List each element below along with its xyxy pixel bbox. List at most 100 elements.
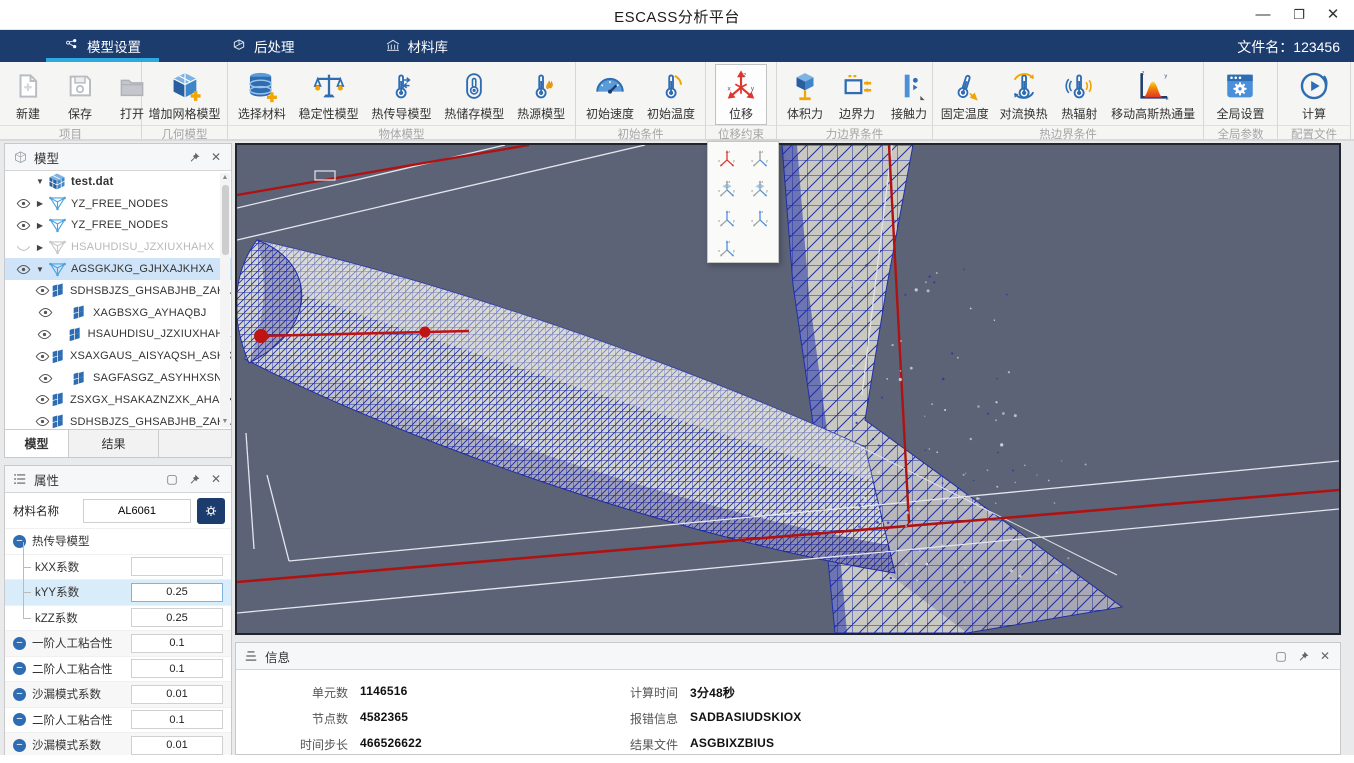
visibility-eye-icon[interactable] [35,371,55,386]
property-value-input[interactable] [131,634,223,653]
tree-root-item[interactable]: ▼test.dat [5,171,231,193]
property-value-input[interactable] [131,685,223,704]
ribbon-button-gauss-chart[interactable]: zyx移动高斯热通量 [1106,64,1200,125]
property-value-input[interactable] [131,710,223,729]
ribbon-button-axes-red[interactable]: zxy位移 [715,64,767,125]
close-icon[interactable]: ✕ [208,471,224,487]
collapse-icon[interactable]: − [13,713,26,726]
displacement-option-gray-y[interactable]: zxy [743,146,776,172]
property-row[interactable]: −二阶人工粘合性 [5,708,231,734]
minimize-button[interactable]: — [1248,4,1278,26]
close-icon[interactable]: ✕ [1317,648,1333,664]
collapse-icon[interactable]: − [13,688,26,701]
visibility-eye-icon[interactable] [35,349,50,364]
tree-item[interactable]: ▶YZ_FREE_NODES [5,193,231,215]
caret-right-icon[interactable]: ▶ [33,199,47,208]
viewport-canvas[interactable] [237,145,1339,633]
property-value-input[interactable] [131,659,223,678]
tree-item[interactable]: ▼AGSGKJKG_GJHXAJKHXA [5,258,231,280]
property-row[interactable]: −一阶人工粘合性 [5,631,231,657]
displacement-option-red[interactable]: zxy [710,146,743,172]
caret-right-icon[interactable]: ▶ [33,221,47,230]
pin-icon[interactable] [1295,648,1311,664]
collapse-icon[interactable]: − [13,739,26,752]
collapse-icon[interactable]: − [13,535,26,548]
visibility-eye-icon[interactable] [35,327,53,342]
ribbon-button-balance[interactable]: 稳定性模型 [294,64,364,125]
displacement-option-blue-z[interactable]: zxy [710,236,743,262]
ribbon-button-contact-force[interactable]: 接触力 [883,64,935,125]
ribbon-button-boundary-force[interactable]: 边界力 [831,64,883,125]
visibility-eye-icon[interactable] [13,218,33,233]
ribbon-button-gauge[interactable]: 初始速度 [581,64,639,125]
displacement-option-plane-blue-2[interactable]: zxy [743,176,776,202]
ribbon-button-thermo-arc[interactable]: 初始温度 [642,64,700,125]
caret-down-icon[interactable]: ▼ [33,177,47,186]
ribbon-button-thermo-eq[interactable]: 热传导模型 [366,64,436,125]
ribbon-button-thermo-flame[interactable]: 热源模型 [512,64,570,125]
ribbon-button-thermo-capsule[interactable]: 热储存模型 [439,64,509,125]
info-field: 节点数4582365 [264,710,594,727]
ribbon-button-cube-add[interactable]: 增加网格模型 [144,64,225,125]
property-row[interactable]: −二阶人工粘合性 [5,657,231,683]
visibility-eye-icon[interactable] [35,414,50,429]
tree-scrollbar[interactable]: ▲▼ [220,173,230,427]
pin-icon[interactable] [186,149,202,165]
property-value-input[interactable] [131,583,223,602]
ribbon-button-thermo-wave[interactable]: 热辐射 [1053,64,1105,125]
displacement-option-blue-center-2[interactable]: zxy [743,206,776,232]
property-value-input[interactable] [131,608,223,627]
collapse-icon[interactable]: − [13,637,26,650]
ribbon-button-settings-window[interactable]: 全局设置 [1211,64,1269,125]
property-value-input[interactable] [131,736,223,755]
ribbon-button-new-doc[interactable]: 新建 [2,64,54,125]
material-name-input[interactable] [83,499,191,523]
dataset-cube-icon [47,172,67,192]
ribbon-button-cube-force[interactable]: 体积力 [779,64,831,125]
section-row-heat-conduction[interactable]: − 热传导模型 [5,529,231,555]
visibility-eye-icon[interactable] [13,196,33,211]
property-row[interactable]: kXX系数 [5,555,231,581]
viewport-3d[interactable] [235,143,1341,635]
tree-item[interactable]: SAGFASGZ_ASYHHXSN [5,367,231,389]
tree-item[interactable]: ▶HSAUHDISU_JZXIUXHAHX [5,236,231,258]
tree-item[interactable]: ZSXGX_HSAKAZNZXK_AHASX [5,389,231,411]
tree-item[interactable]: ▶YZ_FREE_NODES [5,215,231,237]
tab-model-setup[interactable]: 模型设置 [38,30,167,62]
property-row[interactable]: kYY系数 [5,580,231,606]
tab-postprocess[interactable]: 后处理 [205,30,321,62]
caret-down-icon[interactable]: ▼ [33,265,47,274]
material-settings-button[interactable] [197,498,225,524]
ribbon-button-save[interactable]: 保存 [54,64,106,125]
panel-tab-result[interactable]: 结果 [69,430,159,457]
visibility-eye-icon[interactable] [35,392,50,407]
ribbon-button-compute[interactable]: 计算 [1288,64,1340,125]
tree-item[interactable]: XAGBSXG_AYHAQBJ [5,302,231,324]
tab-material-library[interactable]: 材料库 [359,30,475,62]
pin-icon[interactable] [186,471,202,487]
tree-item[interactable]: XSAXGAUS_AISYAQSH_ASHX [5,345,231,367]
property-row[interactable]: kZZ系数 [5,606,231,632]
tree-item[interactable]: SDHSBJZS_GHSABJHB_ZAHU [5,411,231,429]
visibility-eye-icon[interactable] [13,262,33,277]
tree-item[interactable]: SDHSBJZS_GHSABJHB_ZAHU [5,280,231,302]
tree-item[interactable]: HSAUHDISU_JZXIUXHAHX [5,324,231,346]
ribbon-button-db-add[interactable]: 选择材料 [233,64,291,125]
visibility-eye-icon[interactable] [35,283,50,298]
caret-right-icon[interactable]: ▶ [33,243,47,252]
visibility-hidden-icon[interactable] [13,240,33,255]
maximize-icon[interactable]: ▢ [1273,648,1289,664]
maximize-icon[interactable]: ▢ [164,471,180,487]
close-button[interactable]: ✕ [1318,4,1348,26]
visibility-eye-icon[interactable] [35,305,55,320]
close-icon[interactable]: ✕ [208,149,224,165]
property-row[interactable]: −沙漏模式系数 [5,682,231,708]
displacement-option-blue-center[interactable]: zxy [710,206,743,232]
ribbon-button-thermo-cycle[interactable]: 对流换热 [995,64,1053,125]
ribbon-button-thermo-pin[interactable]: 固定温度 [936,64,994,125]
restore-button[interactable]: ❐ [1284,4,1314,26]
panel-tab-model[interactable]: 模型 [5,430,69,457]
property-value-input[interactable] [131,557,223,576]
displacement-option-plane-blue[interactable]: zxy [710,176,743,202]
collapse-icon[interactable]: − [13,662,26,675]
